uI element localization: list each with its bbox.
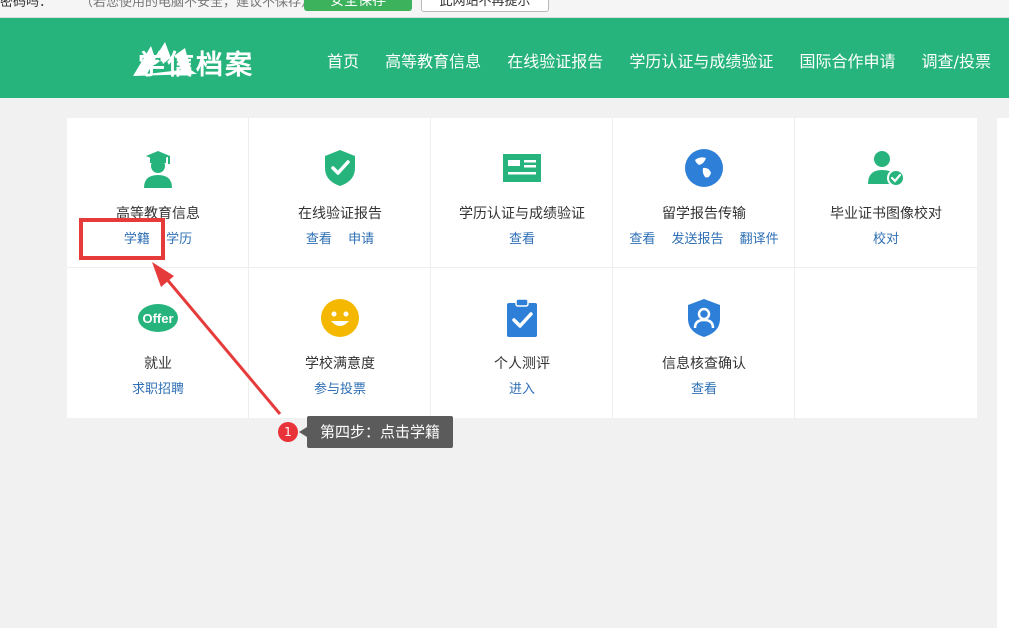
offer-icon: Offer	[138, 304, 178, 332]
tile-links: 查看	[613, 378, 795, 397]
shield-user-icon	[688, 299, 720, 337]
main-nav: 首页 高等教育信息 在线验证报告 学历认证与成绩验证 国际合作申请 调查/投票 …	[327, 48, 1009, 72]
link-vote[interactable]: 参与投票	[314, 382, 366, 397]
offer-icon-text: Offer	[142, 311, 173, 326]
tile-degree-certification: 学历认证与成绩验证 查看	[431, 118, 613, 268]
smiley-icon	[321, 299, 359, 337]
side-panel-edge	[997, 118, 1009, 628]
tile-empty	[795, 268, 977, 418]
save-password-button[interactable]: 安全保存	[304, 0, 412, 11]
tile-links: 校对	[795, 228, 977, 247]
link-apply[interactable]: 申请	[348, 232, 374, 247]
tile-title: 学校满意度	[305, 356, 375, 372]
nav-higher-education[interactable]: 高等教育信息	[385, 52, 481, 71]
tile-links: 查看	[431, 228, 613, 247]
nav-international[interactable]: 国际合作申请	[799, 52, 895, 71]
service-grid: 高等教育信息 学籍 学历 在线验证报告 查看 申请 学历认证与成绩验证 查看 留…	[67, 118, 977, 418]
tile-title: 个人测评	[494, 356, 550, 372]
tile-title: 学历认证与成绩验证	[459, 206, 585, 222]
link-proofread[interactable]: 校对	[873, 232, 899, 247]
nav-online-verification[interactable]: 在线验证报告	[507, 52, 603, 71]
nav-degree-certification[interactable]: 学历认证与成绩验证	[629, 52, 773, 71]
password-question: 密码吗：	[0, 0, 53, 10]
link-xueli[interactable]: 学历	[166, 232, 192, 247]
graduate-icon	[144, 151, 172, 188]
globe-icon	[685, 149, 723, 187]
link-translation[interactable]: 翻译件	[740, 232, 779, 247]
tile-title: 在线验证报告	[298, 206, 382, 222]
tile-personal-assessment: 个人测评 进入	[431, 268, 613, 418]
tile-title: 毕业证书图像校对	[830, 206, 942, 222]
link-enter[interactable]: 进入	[509, 382, 535, 397]
step-number-badge: 1	[278, 422, 298, 442]
highlight-box	[79, 218, 165, 260]
tile-title: 留学报告传输	[662, 206, 746, 222]
clipboard-check-icon	[507, 298, 537, 337]
tile-employment: Offer 就业 求职招聘	[67, 268, 249, 418]
tile-school-satisfaction: 学校满意度 参与投票	[249, 268, 431, 418]
tile-links: 进入	[431, 378, 613, 397]
link-send-report[interactable]: 发送报告	[671, 232, 723, 247]
tile-study-abroad-report: 留学报告传输 查看 发送报告 翻译件	[613, 118, 795, 268]
id-card-icon	[503, 154, 541, 182]
link-view[interactable]: 查看	[509, 232, 535, 247]
tile-links: 参与投票	[249, 378, 431, 397]
user-check-icon	[868, 151, 905, 187]
tile-title: 信息核查确认	[662, 356, 746, 372]
tile-info-verification: 信息核查确认 查看	[613, 268, 795, 418]
link-view[interactable]: 查看	[691, 382, 717, 397]
password-hint: （若您使用的电脑不安全，建议不保存）	[80, 0, 315, 10]
logo-text[interactable]: 学信档案	[138, 43, 254, 82]
tile-links: 查看 申请	[249, 228, 431, 247]
nav-home[interactable]: 首页	[327, 52, 359, 71]
tile-title: 就业	[144, 356, 172, 372]
nav-survey[interactable]: 调查/投票	[922, 52, 991, 71]
link-view[interactable]: 查看	[629, 232, 655, 247]
never-prompt-button[interactable]: 此网站不再提示	[421, 0, 549, 12]
tile-links: 求职招聘	[67, 378, 249, 397]
tile-certificate-proofread: 毕业证书图像校对 校对	[795, 118, 977, 268]
step-tooltip: 第四步：点击学籍	[299, 416, 453, 448]
site-header: 学信档案 首页 高等教育信息 在线验证报告 学历认证与成绩验证 国际合作申请 调…	[0, 18, 1009, 98]
tile-online-verification: 在线验证报告 查看 申请	[249, 118, 431, 268]
link-job-search[interactable]: 求职招聘	[132, 382, 184, 397]
link-view[interactable]: 查看	[306, 232, 332, 247]
tile-links: 查看 发送报告 翻译件	[613, 228, 795, 247]
password-save-bar: 密码吗： （若您使用的电脑不安全，建议不保存） 安全保存 此网站不再提示	[0, 0, 1009, 18]
shield-check-icon	[325, 150, 355, 186]
